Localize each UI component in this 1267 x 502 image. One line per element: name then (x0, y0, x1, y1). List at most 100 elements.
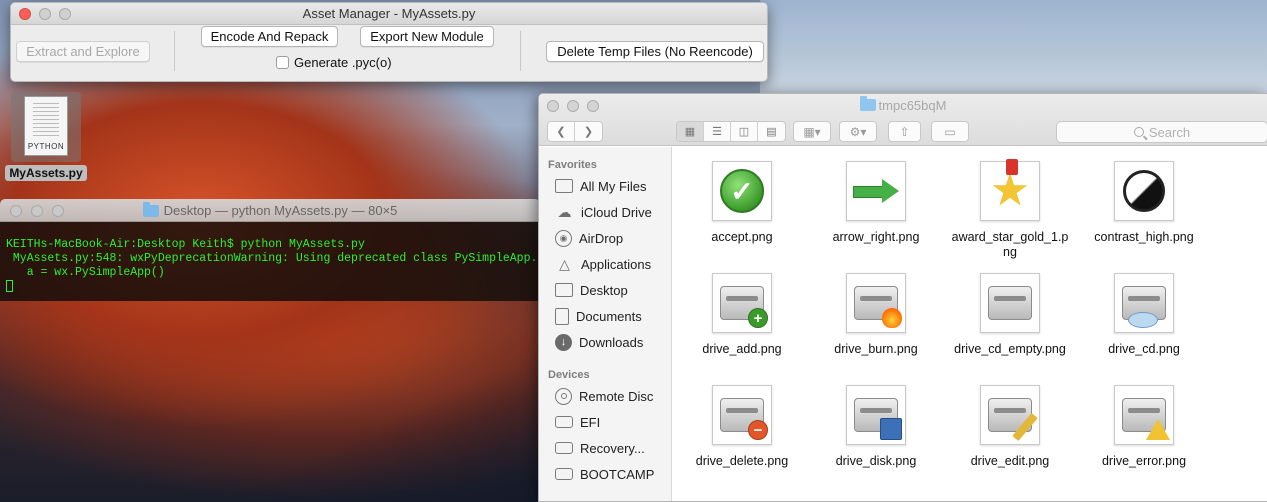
generate-pyc-checkbox[interactable] (276, 56, 289, 69)
sidebar-item-documents[interactable]: Documents (539, 303, 671, 329)
file-thumbnail[interactable] (980, 273, 1040, 333)
minimize-button[interactable] (39, 8, 51, 20)
forward-button[interactable]: ❯ (575, 122, 602, 141)
file-thumbnail[interactable] (846, 161, 906, 221)
file-name: drive_cd_empty.png (954, 342, 1066, 356)
asset-manager-window: Asset Manager - MyAssets.py Extract and … (10, 2, 768, 82)
sidebar-item-all-my-files[interactable]: All My Files (539, 173, 671, 199)
sidebar-item-downloads[interactable]: ↓ Downloads (539, 329, 671, 355)
file-name: accept.png (711, 230, 773, 244)
file-item[interactable]: arrow_right.png (811, 161, 941, 245)
airdrop-icon: ◉ (555, 229, 572, 247)
sidebar-item-bootcamp[interactable]: BOOTCAMP (539, 461, 671, 487)
file-thumbnail[interactable] (1114, 161, 1174, 221)
asset-manager-titlebar[interactable]: Asset Manager - MyAssets.py (11, 3, 767, 25)
desktop-sky (760, 0, 1267, 95)
file-item[interactable]: − drive_delete.png (677, 385, 807, 469)
file-thumbnail[interactable] (846, 385, 906, 445)
file-item[interactable]: drive_disk.png (811, 385, 941, 469)
folder-icon (859, 96, 876, 111)
file-item[interactable]: drive_burn.png (811, 273, 941, 357)
back-button[interactable]: ❮ (548, 122, 575, 141)
file-item[interactable]: drive_cd.png (1079, 273, 1209, 357)
icon-view-button[interactable]: ▦ (677, 122, 704, 141)
file-item[interactable]: drive_edit.png (945, 385, 1075, 469)
encode-and-repack-button[interactable]: Encode And Repack (201, 26, 338, 47)
cd-icon (1128, 312, 1158, 328)
sidebar-item-desktop[interactable]: Desktop (539, 277, 671, 303)
terminal-window: Desktop — python MyAssets.py — 80×5 KEIT… (0, 199, 540, 301)
file-item[interactable]: ★ award_star_gold_1.png (945, 159, 1075, 260)
file-thumbnail[interactable]: ★ (980, 159, 1040, 221)
generate-pyc-option[interactable]: Generate .pyc(o) (276, 55, 392, 70)
sidebar-item-label: EFI (580, 414, 601, 430)
search-input[interactable]: Search (1056, 121, 1267, 143)
close-button[interactable] (10, 205, 22, 217)
desktop-icon (555, 283, 573, 297)
sidebar-item-label: Recovery... (580, 440, 645, 456)
file-thumbnail[interactable] (846, 273, 906, 333)
python-badge: PYTHON (27, 142, 65, 151)
contrast-icon (1123, 170, 1165, 212)
drive-icon (555, 468, 573, 480)
cover-flow-button[interactable]: ▤ (758, 122, 785, 141)
file-thumbnail[interactable] (1114, 273, 1174, 333)
file-thumbnail[interactable] (1114, 385, 1174, 445)
tags-button[interactable]: ▭ (931, 121, 969, 142)
sidebar-item-remote-disc[interactable]: Remote Disc (539, 383, 671, 409)
generate-pyc-label: Generate .pyc(o) (294, 55, 392, 70)
terminal-line: MyAssets.py:548: wxPyDeprecationWarning:… (6, 252, 538, 265)
sidebar-item-recovery[interactable]: Recovery... (539, 435, 671, 461)
terminal-titlebar[interactable]: Desktop — python MyAssets.py — 80×5 (0, 199, 540, 222)
delete-temp-files-button[interactable]: Delete Temp Files (No Reencode) (546, 41, 764, 62)
file-item[interactable]: + drive_add.png (677, 273, 807, 357)
zoom-button[interactable] (59, 8, 71, 20)
finder-window: tmpc65bqM ❮ ❯ ▦ ☰ ◫ ▤ ▦▾ ⚙▾ ⇧ ▭ Search F… (538, 93, 1267, 502)
close-button[interactable] (19, 8, 31, 20)
sidebar-item-label: iCloud Drive (581, 204, 652, 220)
sidebar-item-efi[interactable]: EFI (539, 409, 671, 435)
separator (174, 31, 175, 71)
extract-and-explore-button[interactable]: Extract and Explore (16, 41, 150, 62)
sidebar-item-airdrop[interactable]: ◉ AirDrop (539, 225, 671, 251)
applications-icon: △ (559, 255, 570, 272)
file-thumbnail[interactable] (980, 385, 1040, 445)
file-item[interactable]: contrast_high.png (1079, 161, 1209, 245)
file-item[interactable]: drive_error.png (1079, 385, 1209, 469)
share-button[interactable]: ⇧ (888, 121, 921, 142)
downloads-icon: ↓ (555, 333, 572, 351)
sidebar-item-icloud-drive[interactable]: ☁ iCloud Drive (539, 199, 671, 225)
file-name: drive_cd.png (1108, 342, 1180, 356)
file-name: drive_error.png (1101, 454, 1187, 468)
file-thumbnail[interactable]: − (712, 385, 772, 445)
file-item[interactable]: ✓ accept.png (677, 161, 807, 245)
list-view-button[interactable]: ☰ (704, 122, 731, 141)
desktop-file-name[interactable]: MyAssets.py (5, 165, 87, 181)
search-placeholder: Search (1148, 124, 1191, 140)
warning-icon (1146, 419, 1170, 440)
window-controls (10, 205, 64, 217)
favorites-header: Favorites (548, 159, 597, 171)
python-file-icon[interactable]: PYTHON (11, 92, 81, 162)
file-name: drive_edit.png (970, 454, 1050, 468)
export-new-module-button[interactable]: Export New Module (360, 26, 494, 47)
accept-icon: ✓ (720, 169, 764, 213)
column-view-button[interactable]: ◫ (731, 122, 758, 141)
terminal-output[interactable]: KEITHs-MacBook-Air:Desktop Keith$ python… (0, 222, 540, 301)
finder-sidebar: Favorites All My Files ☁ iCloud Drive ◉ … (539, 147, 672, 501)
view-mode-control: ▦ ☰ ◫ ▤ (676, 121, 786, 142)
arrange-button[interactable]: ▦▾ (793, 121, 831, 142)
action-gear-button[interactable]: ⚙▾ (839, 121, 877, 142)
sidebar-item-applications[interactable]: △ Applications (539, 251, 671, 277)
arrow-right-icon (853, 179, 899, 203)
file-thumbnail[interactable]: + (712, 273, 772, 333)
disc-icon (555, 387, 572, 405)
zoom-button[interactable] (52, 205, 64, 217)
finder-title: tmpc65bqM (539, 96, 1267, 113)
file-item[interactable]: drive_cd_empty.png (945, 273, 1075, 357)
minimize-button[interactable] (31, 205, 43, 217)
file-thumbnail[interactable]: ✓ (712, 161, 772, 221)
terminal-line: a = wx.PySimpleApp() (6, 266, 165, 279)
desktop-file-myassets[interactable]: PYTHON MyAssets.py (4, 92, 88, 181)
documents-icon (555, 307, 569, 325)
